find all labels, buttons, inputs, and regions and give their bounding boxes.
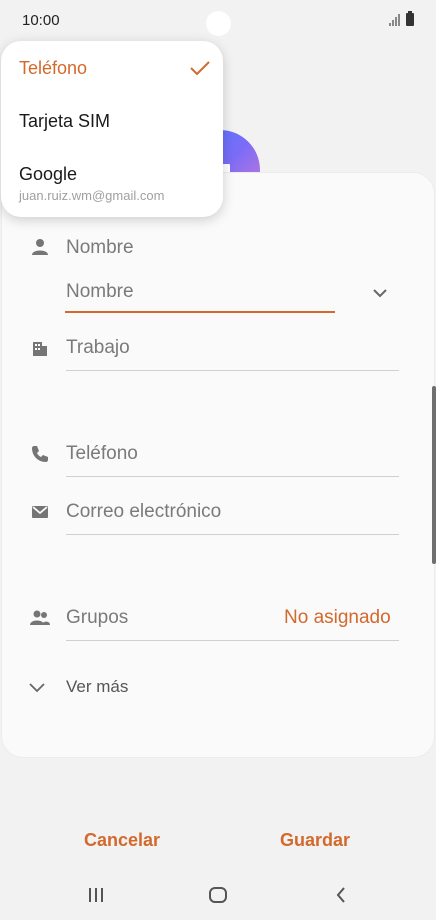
mail-icon [32,506,48,518]
phone-label: Teléfono [66,443,138,464]
navigation-bar [0,870,436,920]
status-icons [389,11,414,26]
phone-underline [66,476,399,477]
name-label: Nombre [66,237,134,258]
scrollbar[interactable] [432,386,436,564]
phone-icon [32,446,48,462]
email-underline [66,534,399,535]
account-dropdown: Teléfono Tarjeta SIM Google juan.ruiz.wm… [1,41,223,217]
groups-label: Grupos [66,607,129,628]
groups-icon [30,610,50,625]
name-input-underline [65,311,335,313]
dropdown-item-label: Teléfono [19,58,88,78]
cancel-button[interactable]: Cancelar [84,830,160,851]
home-icon[interactable] [208,886,228,904]
person-icon [32,239,48,255]
chevron-down-icon [29,683,45,693]
checkmark-icon [190,61,210,76]
work-underline [66,370,399,371]
contact-form-card: Nombre Nombre Trabajo Teléfono Correo el… [1,172,435,758]
dropdown-item-sublabel: juan.ruiz.wm@gmail.com [19,188,165,203]
bottom-actions: Cancelar Guardar [0,822,436,862]
recent-apps-icon[interactable] [87,886,105,904]
status-bar: 10:00 [0,0,436,40]
groups-value[interactable]: No asignado [284,607,391,629]
email-label: Correo electrónico [66,501,222,522]
signal-icon [389,14,401,26]
chevron-down-icon[interactable] [372,287,388,299]
work-label: Trabajo [66,337,130,358]
save-button[interactable]: Guardar [280,830,350,851]
dropdown-item-label: Tarjeta SIM [19,111,111,131]
battery-icon [406,11,414,26]
see-more-label: Ver más [66,677,129,696]
building-icon [33,342,47,356]
name-input[interactable]: Nombre [66,281,134,303]
groups-underline [66,640,399,641]
status-time: 10:00 [22,12,60,29]
back-icon[interactable] [334,886,348,904]
camera-cutout [206,11,231,36]
dropdown-item-label: Google [19,164,78,184]
